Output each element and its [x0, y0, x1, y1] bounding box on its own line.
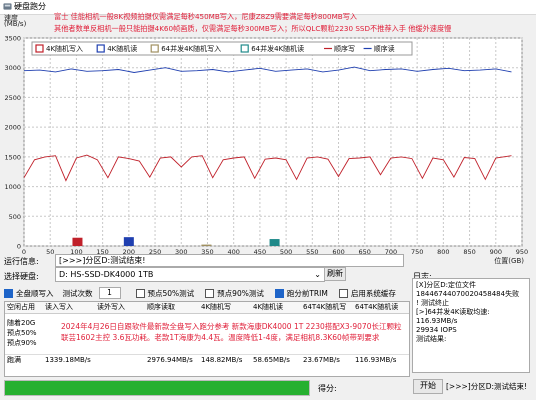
table-cell: 116.93MB/s: [355, 356, 397, 364]
log-line: [>]64并发4K读取均速:: [416, 308, 490, 316]
y-tick-label: 0: [17, 243, 21, 251]
preset-50-checkbox[interactable]: [135, 288, 145, 298]
legend-swatch: [240, 44, 249, 53]
legend-swatch: [150, 44, 159, 53]
row-label: 预点90%: [7, 339, 37, 347]
y-tick-label: 1500: [4, 153, 21, 161]
chart-legend: 4K随机写入 4K随机读 64并发4K随机写入 64并发4K随机读 顺序写 顺序读: [31, 41, 413, 56]
system-cache-label: 启用系统缓存: [350, 288, 396, 298]
overlay-line-1: 2024年4月26日自跟软件最新款全盘写入跑分参考 新款海康DK4000 1T …: [61, 322, 402, 331]
legend-label: 顺序读: [374, 44, 395, 53]
random-io-bar: [72, 237, 83, 246]
legend-label: 顺序写: [334, 44, 355, 53]
y-tick-label: 2000: [4, 124, 21, 132]
legend-swatch: [35, 44, 44, 53]
preset-90-label: 预点90%测试: [217, 288, 264, 298]
random-io-bar: [123, 237, 134, 246]
legend-label: 4K随机读: [107, 44, 137, 53]
overlay-line-2: 联芸1602主控 3.6瓦功耗。老款1T海康为4.4瓦。温度降低1-4度，满足相…: [61, 333, 380, 342]
y-tick-label: 3500: [4, 35, 21, 43]
table-row: 跑满 1339.18MB/s 2976.94MB/s 148.82MB/s 58…: [5, 354, 409, 366]
legend-label: 4K随机写入: [46, 44, 83, 53]
table-header-cell: 4K随机写: [201, 303, 232, 311]
run-info-label: 运行信息:: [4, 257, 39, 266]
start-button[interactable]: 开始: [413, 379, 443, 394]
table-cell: 跑满: [7, 356, 21, 364]
speed-unit: (MB/s): [4, 20, 27, 28]
x-tick-label: 50: [46, 248, 54, 256]
log-line: 116.93MB/s: [416, 317, 458, 325]
log-line: 测试结果:: [416, 335, 447, 343]
select-disk-label: 选择硬盘:: [4, 272, 39, 281]
run-info-value: [>>>]分区D:测试结束!: [55, 254, 404, 267]
table-header-cell: 顺序读取: [147, 303, 175, 311]
table-overlay-note: 2024年4月26日自跟软件最新款全盘写入跑分参考 新款海康DK4000 1T …: [61, 321, 401, 343]
y-tick-label: 1000: [4, 183, 21, 191]
y-tick-label: 2500: [4, 94, 21, 102]
disk-select-value: D: HS-SSD-DK4000 1TB: [59, 270, 154, 279]
table-header: 空闲占用 读入写入 读外写入 顺序读取 4K随机写 4K随机读 64T4K随机写…: [5, 302, 409, 314]
preset-90-checkbox[interactable]: [205, 288, 215, 298]
table-header-cell: 空闲占用: [7, 303, 35, 311]
legend-swatch: [96, 44, 105, 53]
trim-checkbox[interactable]: [274, 288, 284, 298]
results-table: 空闲占用 读入写入 读外写入 顺序读取 4K随机写 4K随机读 64T4K随机写…: [4, 301, 410, 377]
options-row: 全盘顺写入 测试次数 1 预点50%测试 预点90%测试 跑分前TRIM 启用系…: [4, 287, 408, 299]
x-tick-label: 750: [411, 248, 423, 256]
refresh-button[interactable]: 刷新: [324, 267, 346, 281]
status-text: [>>>]分区D:测试结束!: [446, 382, 528, 391]
log-line: 18446744070020458484失败: [416, 290, 520, 298]
full-disk-checkbox[interactable]: [4, 288, 13, 298]
progress-fill: [5, 381, 309, 395]
table-cell: 1339.18MB/s: [45, 356, 91, 364]
row-label: 随着20G: [7, 319, 36, 327]
x-tick-label: 0: [22, 248, 26, 256]
table-header-cell: 4K随机读: [253, 303, 284, 311]
trim-label: 跑分前TRIM: [286, 288, 328, 298]
legend-label: 64并发4K随机写入: [161, 44, 221, 53]
disk-select[interactable]: D: HS-SSD-DK4000 1TB ⌄: [55, 267, 325, 282]
log-panel[interactable]: [X]分区D:定位文件 18446744070020458484失败 ! 测试终…: [412, 278, 530, 373]
system-cache-checkbox[interactable]: [338, 288, 348, 298]
log-line: 29934 IOPS: [416, 326, 457, 334]
y-tick-label: 3000: [4, 64, 21, 72]
log-line: [X]分区D:定位文件: [416, 281, 477, 289]
table-cell: 58.65MB/s: [253, 356, 290, 364]
x-tick-label: 850: [463, 248, 475, 256]
table-cell: 23.67MB/s: [303, 356, 340, 364]
speed-chart: 05001000150020002500300035000 50 100 150 200…: [4, 35, 528, 265]
random-io-bar: [269, 239, 280, 246]
x-tick-label: 900: [490, 248, 502, 256]
legend-box: [31, 41, 413, 56]
full-disk-label: 全盘顺写入: [16, 288, 54, 298]
app-icon: [3, 3, 12, 10]
legend-label: 64并发4K随机读: [251, 44, 304, 53]
notice-line-1: 富士 佳能相机一般8K视频拍摄仅需满足每秒450MB写入，尼康Z8Z9需要满足每…: [54, 12, 358, 21]
score-label: 得分:: [318, 384, 337, 393]
table-cell: 148.82MB/s: [201, 356, 243, 364]
random-io-bar: [201, 244, 212, 246]
table-header-cell: 64T4K随机写: [303, 303, 347, 311]
x-axis-label: 位置(GB): [494, 256, 524, 264]
table-header-cell: 64T4K随机读: [355, 303, 399, 311]
progress-bar: [4, 380, 310, 396]
table-header-cell: 读外写入: [97, 303, 125, 311]
plot-area: [23, 37, 523, 247]
x-tick-label: 950: [516, 248, 528, 256]
x-tick-label: 800: [437, 248, 449, 256]
table-header-cell: 读入写入: [45, 303, 73, 311]
row-label: 预点50%: [7, 329, 37, 337]
test-count-label: 测试次数: [62, 288, 93, 298]
chevron-down-icon: ⌄: [314, 270, 321, 279]
y-tick-label: 500: [9, 213, 21, 221]
test-count-input[interactable]: 1: [98, 287, 121, 299]
log-line: ! 测试终止: [416, 299, 450, 307]
table-cell: [97, 355, 147, 366]
row-labels: 随着20G 预点50% 预点90%: [7, 318, 37, 348]
table-cell: 2976.94MB/s: [147, 356, 193, 364]
window-title: 硬盘跑分: [14, 2, 46, 11]
preset-50-label: 预点50%测试: [147, 288, 195, 298]
